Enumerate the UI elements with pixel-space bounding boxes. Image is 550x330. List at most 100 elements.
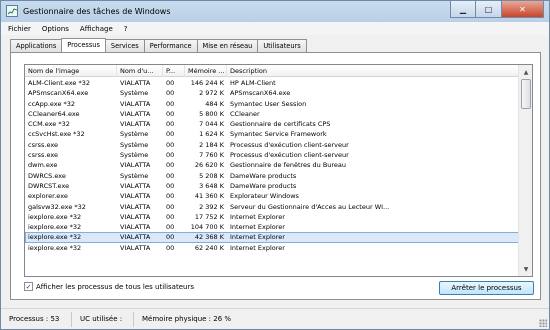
table-row[interactable]: galsvw32.exe *32 VIALATTA 00 2 392 K Serveur… (25, 202, 519, 212)
table-row[interactable]: CCleaner64.exe VIALATTA 00 5 800 K CCleaner (25, 109, 519, 119)
table-row[interactable]: ALM-Client.exe *32 VIALATTA 00 146 244 K HP … (25, 78, 519, 88)
table-row[interactable]: csrss.exe Système 00 7 760 K Processus d'exé… (25, 150, 519, 160)
menu-affichage[interactable]: Affichage (80, 25, 113, 33)
cell-user-name: VIALATTA (120, 109, 151, 118)
menu-fichier[interactable]: Fichier (8, 25, 31, 33)
cell-description: Serveur du Gestionnaire d'Acces au Lecte… (230, 202, 390, 211)
cell-image-name: ccSvcHst.exe *32 (28, 130, 85, 139)
minimize-icon[interactable]: ▁ (450, 1, 476, 18)
cell-cpu: 00 (166, 192, 175, 201)
cell-description: APSmscanX64.exe (230, 89, 291, 98)
tab-mise-en-reseau[interactable]: Mise en réseau (196, 39, 259, 52)
cell-cpu: 00 (166, 181, 175, 190)
show-all-processes[interactable]: ✓ Afficher les processus de tous les uti… (24, 282, 194, 291)
column-header-description[interactable]: Description (227, 65, 519, 77)
table-row[interactable]: iexplore.exe *32 VIALATTA 00 104 700 K Inter… (25, 222, 519, 232)
cell-user-name: VIALATTA (120, 192, 151, 201)
cell-memory: 2 972 K (199, 89, 224, 98)
process-list[interactable]: Nom de l'image Nom d'u... P... Mémoire .… (24, 64, 533, 277)
table-row[interactable]: explorer.exe VIALATTA 00 41 360 K Explorateu… (25, 191, 519, 201)
tab-utilisateurs[interactable]: Utilisateurs (257, 39, 307, 52)
cell-image-name: ALM-Client.exe *32 (28, 79, 91, 87)
table-row[interactable]: DWRCST.exe VIALATTA 00 3 648 K DameWare prod… (25, 181, 519, 191)
table-row[interactable]: ccSvcHst.exe *32 Système 00 1 624 K Symantec… (25, 129, 519, 139)
menu-bar: Fichier Options Affichage ? (1, 22, 549, 35)
cell-description: Symantec User Session (230, 99, 307, 108)
end-process-button[interactable]: Arrêter le processus (439, 281, 534, 295)
cell-user-name: Système (120, 140, 149, 149)
resize-grip-icon[interactable] (539, 319, 547, 327)
task-manager-window: Gestionnaire des tâches de Windows ▁ □ ✕… (0, 0, 550, 330)
cell-description: DameWare products (230, 181, 297, 190)
cell-cpu: 00 (166, 99, 175, 108)
cell-user-name: Système (120, 130, 149, 139)
cell-user-name: VIALATTA (120, 181, 151, 190)
cell-cpu: 00 (166, 140, 175, 149)
tab-processus[interactable]: Processus (61, 38, 106, 52)
tab-performance[interactable]: Performance (143, 39, 198, 52)
tab-services[interactable]: Services (104, 39, 145, 52)
cell-image-name: DWRCS.exe (28, 171, 66, 180)
cell-memory: 146 244 K (190, 79, 224, 87)
window-title: Gestionnaire des tâches de Windows (23, 7, 171, 16)
cell-image-name: csrss.exe (28, 151, 59, 160)
cell-image-name: dwm.exe (28, 161, 58, 170)
tab-applications[interactable]: Applications (10, 39, 63, 52)
cell-description: Symantec Service Framework (230, 130, 327, 139)
cell-image-name: APSmscanX64.exe (28, 89, 89, 98)
cell-memory: 41 360 K (194, 192, 224, 201)
menu-help[interactable]: ? (124, 25, 128, 33)
cell-user-name: Système (120, 171, 149, 180)
process-rows: ALM-Client.exe *32 VIALATTA 00 146 244 K HP … (25, 78, 519, 253)
vertical-scrollbar[interactable]: ▲ ▼ (518, 65, 532, 276)
cell-memory: 42 368 K (194, 233, 224, 242)
table-row[interactable]: dwm.exe VIALATTA 00 26 620 K Gestionnaire de… (25, 160, 519, 170)
cell-memory: 2 184 K (199, 140, 224, 149)
table-row[interactable]: CCM.exe *32 VIALATTA 00 7 044 K Gestionnaire… (25, 119, 519, 129)
table-row[interactable]: DWRCS.exe Système 00 5 208 K DameWare produc… (25, 171, 519, 181)
cell-memory: 104 700 K (190, 223, 224, 232)
table-row[interactable]: ccApp.exe *32 VIALATTA 00 484 K Symantec Use… (25, 99, 519, 109)
cell-cpu: 00 (166, 161, 175, 170)
table-row[interactable]: iexplore.exe *32 VIALATTA 00 62 240 K Intern… (25, 243, 519, 253)
scroll-down-icon[interactable]: ▼ (520, 263, 532, 275)
cell-cpu: 00 (166, 79, 175, 87)
cell-description: CCleaner (230, 109, 260, 118)
table-row[interactable]: iexplore.exe *32 VIALATTA 00 42 368 K Intern… (25, 232, 519, 243)
column-header-user-name[interactable]: Nom d'u... (117, 65, 163, 77)
show-all-checkbox[interactable]: ✓ (24, 282, 33, 291)
processes-panel: Nom de l'image Nom d'u... P... Mémoire .… (10, 52, 541, 300)
menu-options[interactable]: Options (42, 25, 69, 33)
cell-memory: 3 648 K (199, 181, 224, 190)
column-header-image-name[interactable]: Nom de l'image (25, 65, 117, 77)
title-bar[interactable]: Gestionnaire des tâches de Windows ▁ □ ✕ (1, 1, 549, 22)
table-row[interactable]: APSmscanX64.exe Système 00 2 972 K APSmscanX… (25, 88, 519, 98)
maximize-icon[interactable]: □ (476, 1, 502, 18)
cell-memory: 26 620 K (194, 161, 224, 170)
table-row[interactable]: iexplore.exe *32 VIALATTA 00 17 752 K Intern… (25, 212, 519, 222)
scroll-up-icon[interactable]: ▲ (520, 66, 532, 78)
cell-memory: 484 K (205, 99, 224, 108)
scroll-thumb[interactable] (521, 79, 531, 109)
column-header-cpu[interactable]: P... (163, 65, 185, 77)
cell-memory: 5 800 K (199, 109, 224, 118)
cell-image-name: DWRCST.exe (28, 181, 70, 190)
list-header: Nom de l'image Nom d'u... P... Mémoire .… (25, 65, 519, 77)
column-header-memory[interactable]: Mémoire ... (185, 65, 227, 77)
cell-memory: 5 208 K (199, 171, 224, 180)
close-icon[interactable]: ✕ (502, 1, 544, 18)
cell-description: Gestionnaire de fenêtres du Bureau (230, 161, 347, 170)
cell-cpu: 00 (166, 202, 175, 211)
cell-user-name: VIALATTA (120, 202, 151, 211)
cell-cpu: 00 (166, 233, 175, 242)
cell-image-name: ccApp.exe *32 (28, 99, 76, 108)
status-physical-memory: Mémoire physique : 26 % (142, 315, 232, 323)
show-all-label: Afficher les processus de tous les utili… (36, 282, 194, 291)
tab-strip: Applications Processus Services Performa… (10, 38, 307, 52)
cell-cpu: 00 (166, 243, 175, 252)
cell-cpu: 00 (166, 120, 175, 129)
cell-cpu: 00 (166, 151, 175, 160)
table-row[interactable]: csrss.exe Système 00 2 184 K Processus d'exé… (25, 140, 519, 150)
cell-image-name: CCM.exe *32 (28, 120, 70, 129)
cell-memory: 7 760 K (199, 151, 224, 160)
